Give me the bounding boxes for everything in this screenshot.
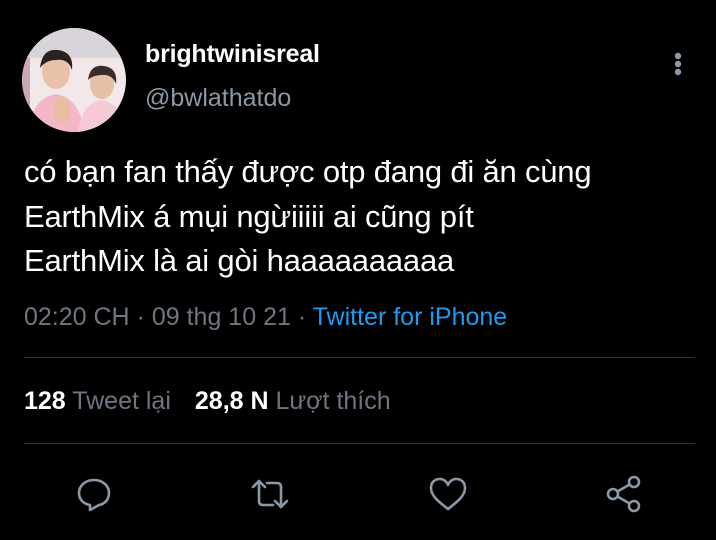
divider	[24, 443, 695, 444]
tweet-line: có bạn fan thấy được otp đang đi ăn cùng	[24, 154, 592, 189]
user-handle[interactable]: @bwlathatdo	[145, 84, 291, 113]
divider	[24, 357, 695, 358]
like-icon[interactable]	[426, 472, 470, 516]
tweet-time: 02:20 CH	[24, 303, 130, 331]
tweet-source-link[interactable]: Twitter for iPhone	[313, 303, 508, 331]
retweets-stat[interactable]: 128 Tweet lại	[24, 387, 171, 415]
reply-icon[interactable]	[72, 472, 116, 516]
tweet-text: có bạn fan thấy được otp đang đi ăn cùng…	[24, 150, 704, 284]
likes-label: Lượt thích	[275, 387, 391, 415]
avatar[interactable]	[22, 28, 126, 132]
likes-stat[interactable]: 28,8 N Lượt thích	[195, 387, 391, 415]
retweets-label: Tweet lại	[72, 387, 171, 415]
meta-separator: ·	[136, 303, 145, 331]
likes-count: 28,8 N	[194, 387, 269, 415]
share-icon[interactable]	[602, 472, 646, 516]
display-name[interactable]: brightwinisreal	[145, 40, 320, 69]
avatar-image	[22, 28, 126, 132]
retweets-count: 128	[24, 387, 66, 415]
tweet-line: EarthMix á mụi ngừiiiii ai cũng pít	[24, 198, 474, 234]
tweet-stats: 128 Tweet lại 28,8 N Lượt thích	[24, 387, 391, 416]
retweet-icon[interactable]	[248, 472, 292, 516]
tweet-date: 09 thg 10 21	[151, 303, 291, 331]
more-options-icon[interactable]	[670, 48, 686, 80]
meta-separator: ·	[297, 303, 307, 331]
tweet-meta: 02:20 CH · 09 thg 10 21 · Twitter for iP…	[24, 303, 507, 332]
tweet-line: EarthMix là ai gòi haaaaaaaaaa	[24, 243, 455, 278]
